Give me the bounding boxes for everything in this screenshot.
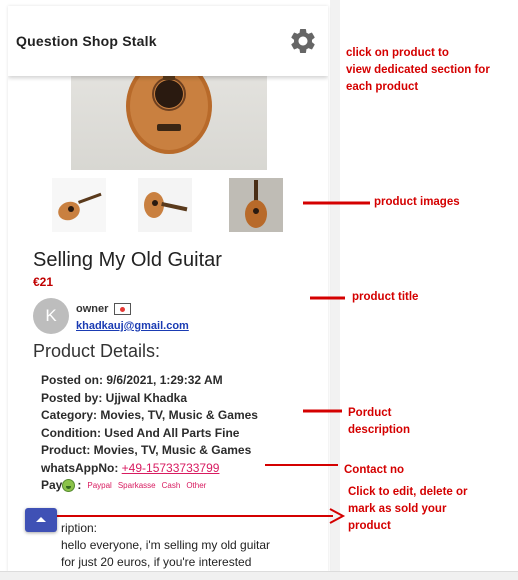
annotation-product-images: product images xyxy=(374,196,460,208)
posted-by: Posted by: Ujjwal Khadka xyxy=(41,390,188,405)
product-price: €21 xyxy=(33,275,54,289)
description-line: hello everyone, i'm selling my old guita… xyxy=(61,538,271,552)
app-title[interactable]: Question Shop Stalk xyxy=(16,33,157,49)
chevron-up-icon xyxy=(36,517,46,522)
whatsapp-row: whatsAppNo: +49-15733733799 xyxy=(41,460,258,478)
product-thumbnail[interactable] xyxy=(229,178,283,232)
window-bottom-edge xyxy=(0,571,518,580)
pay-option-cash: Cash xyxy=(161,481,181,490)
app-bar: Question Shop Stalk xyxy=(8,6,328,76)
phone-screen: Question Shop Stalk Selling My Old Guita… xyxy=(8,6,328,572)
pay-option-paypal: Paypal xyxy=(87,481,112,490)
product-details-list: Posted on: 9/6/2021, 1:29:32 AM Posted b… xyxy=(41,372,258,495)
product-title: Selling My Old Guitar xyxy=(33,249,222,271)
whatsapp-label: whatsAppNo: xyxy=(41,460,119,475)
pay-row: Pay : Paypal Sparkasse Cash Other xyxy=(41,477,258,495)
product-details-heading: Product Details: xyxy=(33,341,161,361)
pay-label: Pay xyxy=(41,478,63,492)
money-face-icon xyxy=(62,479,76,493)
whatsapp-number-link[interactable]: +49-15733733799 xyxy=(122,461,220,475)
posted-on: Posted on: 9/6/2021, 1:29:32 AM xyxy=(41,373,223,387)
flag-icon xyxy=(114,303,131,315)
annotation-description: Porduct description xyxy=(348,407,410,436)
annotation-product-title: product title xyxy=(352,291,419,303)
category: Category: Movies, TV, Music & Games xyxy=(41,408,258,422)
description-label: ription: xyxy=(61,521,98,535)
product-description: ription: hello everyone, i'm selling my … xyxy=(61,520,270,571)
owner-email-link[interactable]: khadkauj@gmail.com xyxy=(76,320,189,332)
product-type: Product: Movies, TV, Music & Games xyxy=(41,443,252,457)
pay-option-sparkasse: Sparkasse xyxy=(117,481,156,490)
product-thumbnail[interactable] xyxy=(52,178,106,232)
avatar[interactable]: K xyxy=(33,298,69,334)
annotation-click-product: click on product to view dedicated secti… xyxy=(346,47,490,93)
edit-menu-button[interactable] xyxy=(25,508,57,532)
owner-label: owner xyxy=(76,303,109,315)
gear-icon[interactable] xyxy=(288,26,318,56)
condition: Condition: Used And All Parts Fine xyxy=(41,425,240,440)
product-thumbnail[interactable] xyxy=(138,178,192,232)
annotation-edit: Click to edit, delete or mark as sold yo… xyxy=(348,486,468,532)
pay-colon: : xyxy=(77,478,82,492)
annotation-contact: Contact no xyxy=(344,464,405,476)
window-background-strip xyxy=(330,0,340,580)
product-main-image[interactable] xyxy=(71,66,267,170)
description-line: for just 20 euros, if you're interested xyxy=(61,555,252,569)
pay-option-other: Other xyxy=(186,481,207,490)
